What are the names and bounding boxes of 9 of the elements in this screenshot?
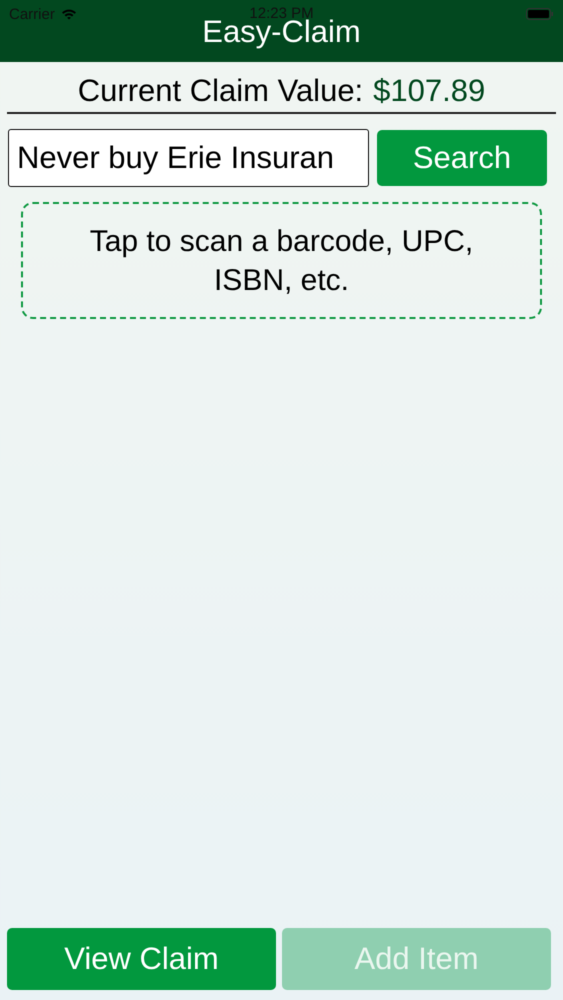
claim-amount: $107.89 [373, 73, 486, 108]
search-field[interactable]: Never buy Erie Insuran [8, 129, 369, 187]
search-button[interactable]: Search [377, 130, 547, 186]
action-button[interactable]: View Claim [7, 928, 276, 990]
wifi-icon [60, 8, 77, 20]
claim-label: Current Claim Value: [78, 73, 364, 108]
battery-icon [526, 8, 554, 20]
carrier-label: Carrier [9, 6, 55, 22]
scan-area[interactable]: Tap to scan a barcode, UPC, ISBN, etc. [21, 202, 542, 319]
